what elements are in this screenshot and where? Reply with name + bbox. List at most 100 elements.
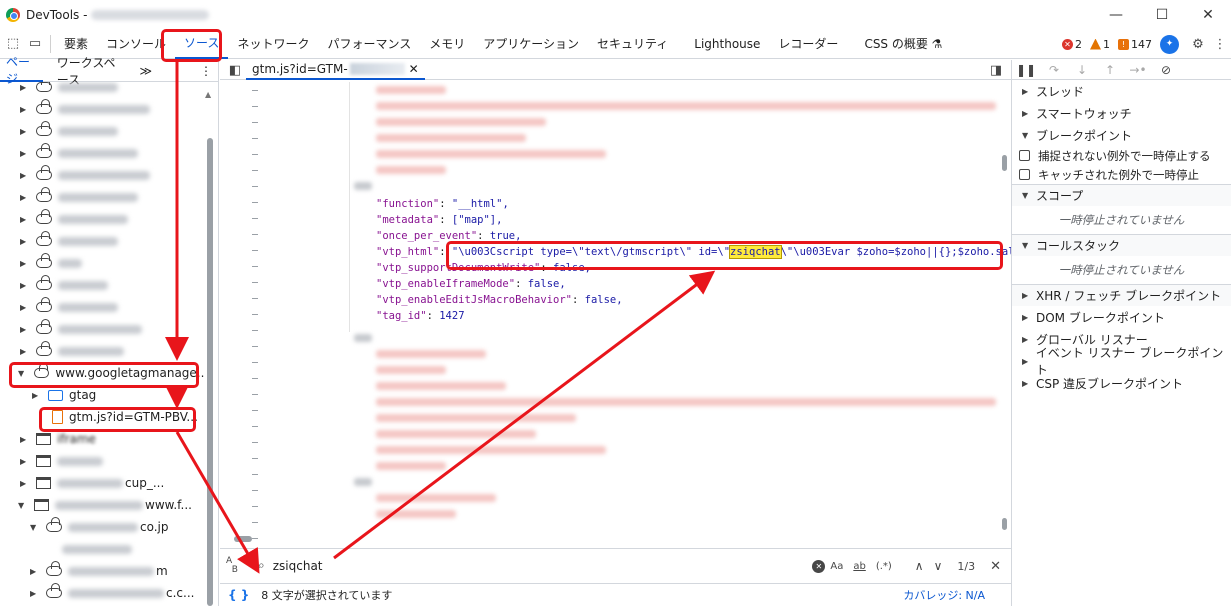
step-icon[interactable]: →• [1124, 63, 1152, 77]
pause-uncaught-row[interactable]: 捕捉されない例外で一時停止する [1012, 146, 1231, 165]
navigator-scrollbar[interactable]: ▲ [205, 90, 214, 606]
tab-css-overview[interactable]: CSS の概要 ⚗ [855, 29, 951, 59]
expand-arrow-icon[interactable]: ▶ [20, 457, 30, 466]
expand-arrow-icon[interactable]: ▶ [20, 259, 30, 268]
tab-lighthouse[interactable]: Lighthouse [685, 29, 769, 59]
expand-arrow-icon[interactable]: ▶ [20, 435, 30, 444]
editor-horizontal-scrollbar[interactable] [234, 536, 252, 542]
step-into-icon[interactable]: ↓ [1068, 63, 1096, 77]
expand-arrow-icon[interactable]: ▶ [30, 567, 40, 576]
search-input[interactable] [272, 558, 773, 573]
expand-arrow-icon[interactable]: ▶ [20, 479, 30, 488]
tree-item[interactable]: ▶ [0, 82, 204, 98]
tree-item[interactable]: ▶ [0, 274, 204, 296]
code-content[interactable]: "function": "__html", "metadata": ["map"… [220, 82, 1011, 542]
section-dom-breakpoints[interactable]: ▶ DOM ブレークポイント [1012, 306, 1231, 328]
tab-security[interactable]: セキュリティ [588, 29, 677, 59]
section-event-listener-breakpoints[interactable]: ▶ イベント リスナー ブレークポイント [1012, 346, 1231, 377]
deactivate-breakpoints-icon[interactable]: ⊘ [1152, 63, 1180, 77]
editor-scrollbar-thumb[interactable] [1002, 155, 1007, 171]
tree-item[interactable]: ▶ [0, 142, 204, 164]
device-toolbar-icon[interactable]: ▭ [24, 33, 46, 55]
expand-arrow-icon[interactable]: ▶ [20, 171, 30, 180]
expand-arrow-icon[interactable]: ▶ [20, 215, 30, 224]
pause-icon[interactable]: ❚❚ [1012, 63, 1040, 77]
inspect-element-icon[interactable]: ⬚ [2, 33, 24, 55]
step-over-icon[interactable]: ↷ [1040, 63, 1068, 77]
more-tabs-icon[interactable]: ≫ [133, 60, 158, 82]
section-threads[interactable]: ▶ スレッド [1012, 80, 1231, 102]
match-case-button[interactable]: Aa [830, 561, 843, 572]
error-count-badge[interactable]: ✕ 2 [1062, 38, 1082, 51]
ai-assistance-icon[interactable]: ✦ [1160, 34, 1179, 54]
editor-scrollbar-thumb[interactable] [1002, 518, 1007, 530]
minimize-button[interactable]: — [1093, 0, 1139, 29]
tree-item[interactable]: ▶ [0, 318, 204, 340]
editor-tab-gtm[interactable]: gtm.js?id=GTM- ✕ [246, 60, 425, 80]
close-search-icon[interactable]: ✕ [990, 559, 1001, 574]
tree-item[interactable] [0, 538, 204, 560]
tree-item[interactable]: ▶ m [0, 560, 204, 582]
pause-uncaught-checkbox[interactable] [1019, 150, 1030, 161]
expand-arrow-icon[interactable]: ▶ [20, 303, 30, 312]
expand-arrow-icon[interactable]: ▶ [20, 83, 30, 92]
tree-item[interactable]: ▶ c.c... [0, 582, 204, 604]
expand-arrow-icon[interactable]: ▶ [32, 391, 42, 400]
tab-memory[interactable]: メモリ [420, 29, 474, 59]
toggle-navigator-icon[interactable]: ◧ [224, 59, 246, 81]
expand-arrow-icon[interactable]: ▶ [20, 237, 30, 246]
navigator-menu-icon[interactable]: ⋮ [194, 60, 218, 82]
next-match-icon[interactable]: ∨ [934, 559, 943, 573]
collapse-arrow-icon[interactable]: ▼ [30, 523, 40, 532]
tree-item[interactable]: ▶ [0, 340, 204, 362]
step-out-icon[interactable]: ↑ [1096, 63, 1124, 77]
expand-arrow-icon[interactable]: ▶ [20, 325, 30, 334]
expand-arrow-icon[interactable]: ▶ [20, 105, 30, 114]
tree-item[interactable]: ▶ [0, 164, 204, 186]
scrollbar-thumb[interactable] [207, 138, 213, 606]
replace-toggle-icon[interactable]: A B [226, 556, 248, 575]
tree-item[interactable]: ▶ [0, 450, 204, 472]
settings-gear-icon[interactable]: ⚙ [1187, 33, 1209, 55]
maximize-button[interactable]: ☐ [1139, 0, 1185, 29]
toggle-debugger-icon[interactable]: ◨ [985, 59, 1007, 81]
tab-performance[interactable]: パフォーマンス [318, 29, 420, 59]
tree-item[interactable]: ▶ [0, 296, 204, 318]
regex-button[interactable]: (.*) [876, 561, 892, 572]
previous-match-icon[interactable]: ∧ [915, 559, 924, 573]
pause-caught-checkbox[interactable] [1019, 169, 1030, 180]
warning-count-badge[interactable]: 1 [1090, 38, 1110, 51]
tree-item[interactable]: ▼ www.f... [0, 494, 204, 516]
tree-item[interactable]: ▶ cup_... [0, 472, 204, 494]
tab-network[interactable]: ネットワーク [228, 29, 318, 59]
tree-item[interactable]: ▶ [0, 98, 204, 120]
expand-arrow-icon[interactable]: ▶ [20, 347, 30, 356]
pause-caught-row[interactable]: キャッチされた例外で一時停止 [1012, 165, 1231, 184]
issues-count-badge[interactable]: ! 147 [1118, 38, 1152, 51]
tree-item[interactable]: ▶ [0, 230, 204, 252]
coverage-link[interactable]: カバレッジ: N/A [903, 587, 985, 603]
collapse-arrow-icon[interactable]: ▼ [18, 501, 28, 510]
tab-application[interactable]: アプリケーション [474, 29, 588, 59]
expand-arrow-icon[interactable]: ▶ [20, 149, 30, 158]
close-window-button[interactable]: ✕ [1185, 0, 1231, 29]
pretty-print-icon[interactable]: { } [228, 588, 249, 602]
tab-page[interactable]: ページ [0, 55, 43, 86]
tree-item[interactable]: ▼ co.jp [0, 516, 204, 538]
expand-arrow-icon[interactable]: ▶ [20, 127, 30, 136]
tree-item[interactable]: ▶ [0, 186, 204, 208]
tab-workspace[interactable]: ワークスペース [51, 56, 134, 87]
tree-item[interactable]: ▶ [0, 252, 204, 274]
whole-word-button[interactable]: ab [853, 561, 865, 572]
section-xhr-breakpoints[interactable]: ▶ XHR / フェッチ ブレークポイント [1012, 284, 1231, 306]
tab-recorder[interactable]: レコーダー [769, 29, 847, 59]
section-callstack[interactable]: ▼ コールスタック [1012, 234, 1231, 256]
scroll-up-arrow-icon[interactable]: ▲ [205, 90, 211, 99]
tree-item[interactable]: ▶ [0, 120, 204, 142]
clear-search-icon[interactable]: ✕ [812, 559, 826, 573]
close-tab-icon[interactable]: ✕ [409, 62, 419, 76]
expand-arrow-icon[interactable]: ▶ [20, 193, 30, 202]
section-scope[interactable]: ▼ スコープ [1012, 184, 1231, 206]
expand-arrow-icon[interactable]: ▶ [30, 589, 40, 598]
section-watch[interactable]: ▶ スマートウォッチ [1012, 102, 1231, 124]
